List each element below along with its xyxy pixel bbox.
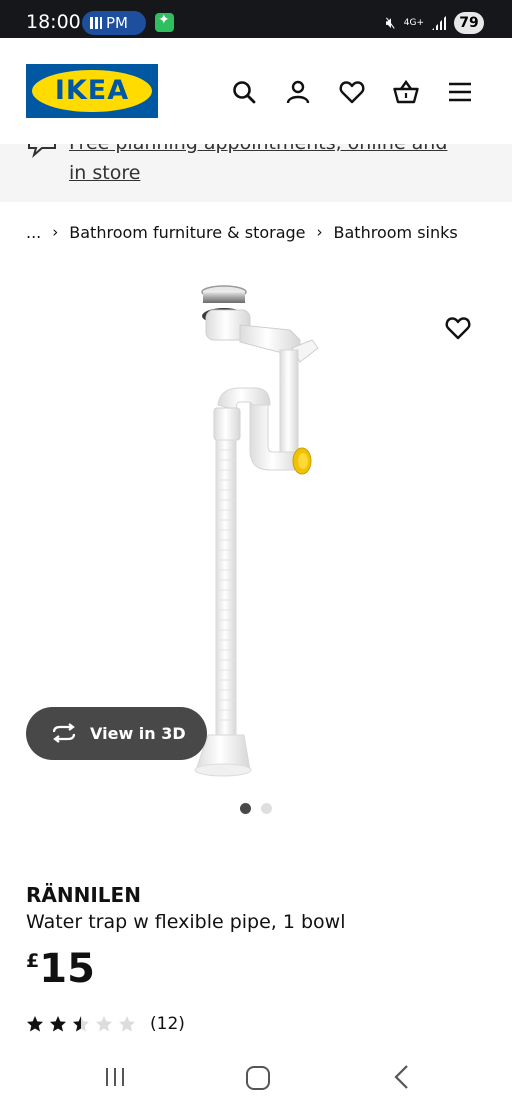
ikea-logo[interactable]: IKEA: [26, 64, 158, 118]
network-type: 4G+: [403, 17, 424, 28]
back-icon[interactable]: [392, 1064, 412, 1090]
mute-icon: 🔇︎: [385, 13, 396, 32]
signal-icon: [432, 16, 446, 30]
flexible-pipe: [215, 439, 237, 736]
basket-icon[interactable]: [392, 78, 420, 106]
price-amount: 15: [39, 946, 95, 992]
logo-text: IKEA: [54, 75, 130, 106]
star-icon: [119, 1016, 135, 1032]
status-time: 18:00: [26, 11, 81, 33]
wishlist-heart-icon[interactable]: [338, 78, 366, 106]
view-in-3d-label: View in 3D: [90, 724, 186, 743]
menu-icon[interactable]: [446, 78, 474, 106]
breadcrumb: ... › Bathroom furniture & storage › Bat…: [26, 220, 458, 244]
floor-collar-base: [194, 763, 252, 777]
product-rating[interactable]: (12): [26, 1014, 185, 1034]
star-icon: [50, 1016, 66, 1032]
gallery-dot-2[interactable]: [261, 803, 272, 814]
site-header: IKEA: [0, 38, 512, 144]
system-nav-bar: [0, 1054, 512, 1109]
pipe-coupling: [213, 407, 241, 441]
drain-plug-body: [203, 291, 245, 303]
star-icon: [73, 1016, 89, 1032]
save-to-favourites-heart-icon[interactable]: [444, 314, 472, 342]
trap-riser: [279, 349, 299, 461]
header-actions: [230, 78, 474, 106]
star-icon: [27, 1016, 43, 1032]
call-indicator-pill[interactable]: PM: [82, 11, 146, 35]
call-pill-label: PM: [106, 14, 128, 32]
view-in-3d-button[interactable]: View in 3D: [26, 707, 207, 760]
gallery-dot-1[interactable]: [240, 803, 251, 814]
planning-appointments-link[interactable]: Free planning appointments, online and i…: [69, 144, 469, 188]
product-name: RÄNNILEN: [26, 883, 141, 907]
rotate-3d-icon: [52, 723, 76, 743]
review-count: (12): [150, 1014, 185, 1034]
chevron-right-icon: ›: [316, 223, 323, 241]
gallery-pagination: [240, 803, 272, 814]
rating-stars: [26, 1015, 136, 1033]
chat-bubble-icon: [28, 144, 56, 158]
status-bar: 18:00 PM 🔇︎ 4G+ 79: [0, 0, 512, 38]
app-notification-icon: [155, 12, 174, 32]
status-icons: 🔇︎ 4G+ 79: [386, 11, 484, 35]
recent-apps-icon[interactable]: [104, 1066, 126, 1088]
battery-level: 79: [454, 12, 484, 34]
star-icon: [96, 1016, 112, 1032]
product-description: Water trap w flexible pipe, 1 bowl: [26, 911, 346, 933]
home-icon[interactable]: [246, 1066, 270, 1090]
yellow-outlet-inner: [298, 453, 308, 469]
chevron-right-icon: ›: [52, 223, 59, 241]
price-currency: £: [26, 950, 40, 972]
breadcrumb-bathroom-sinks[interactable]: Bathroom sinks: [334, 223, 458, 242]
search-icon[interactable]: [230, 78, 258, 106]
call-bars-icon: [90, 17, 102, 29]
promo-banner: Free planning appointments, online and i…: [0, 144, 512, 202]
product-price: £15: [26, 944, 95, 994]
breadcrumb-bathroom-furniture[interactable]: Bathroom furniture & storage: [69, 223, 305, 242]
account-icon[interactable]: [284, 78, 312, 106]
breadcrumb-ellipsis[interactable]: ...: [26, 223, 41, 242]
